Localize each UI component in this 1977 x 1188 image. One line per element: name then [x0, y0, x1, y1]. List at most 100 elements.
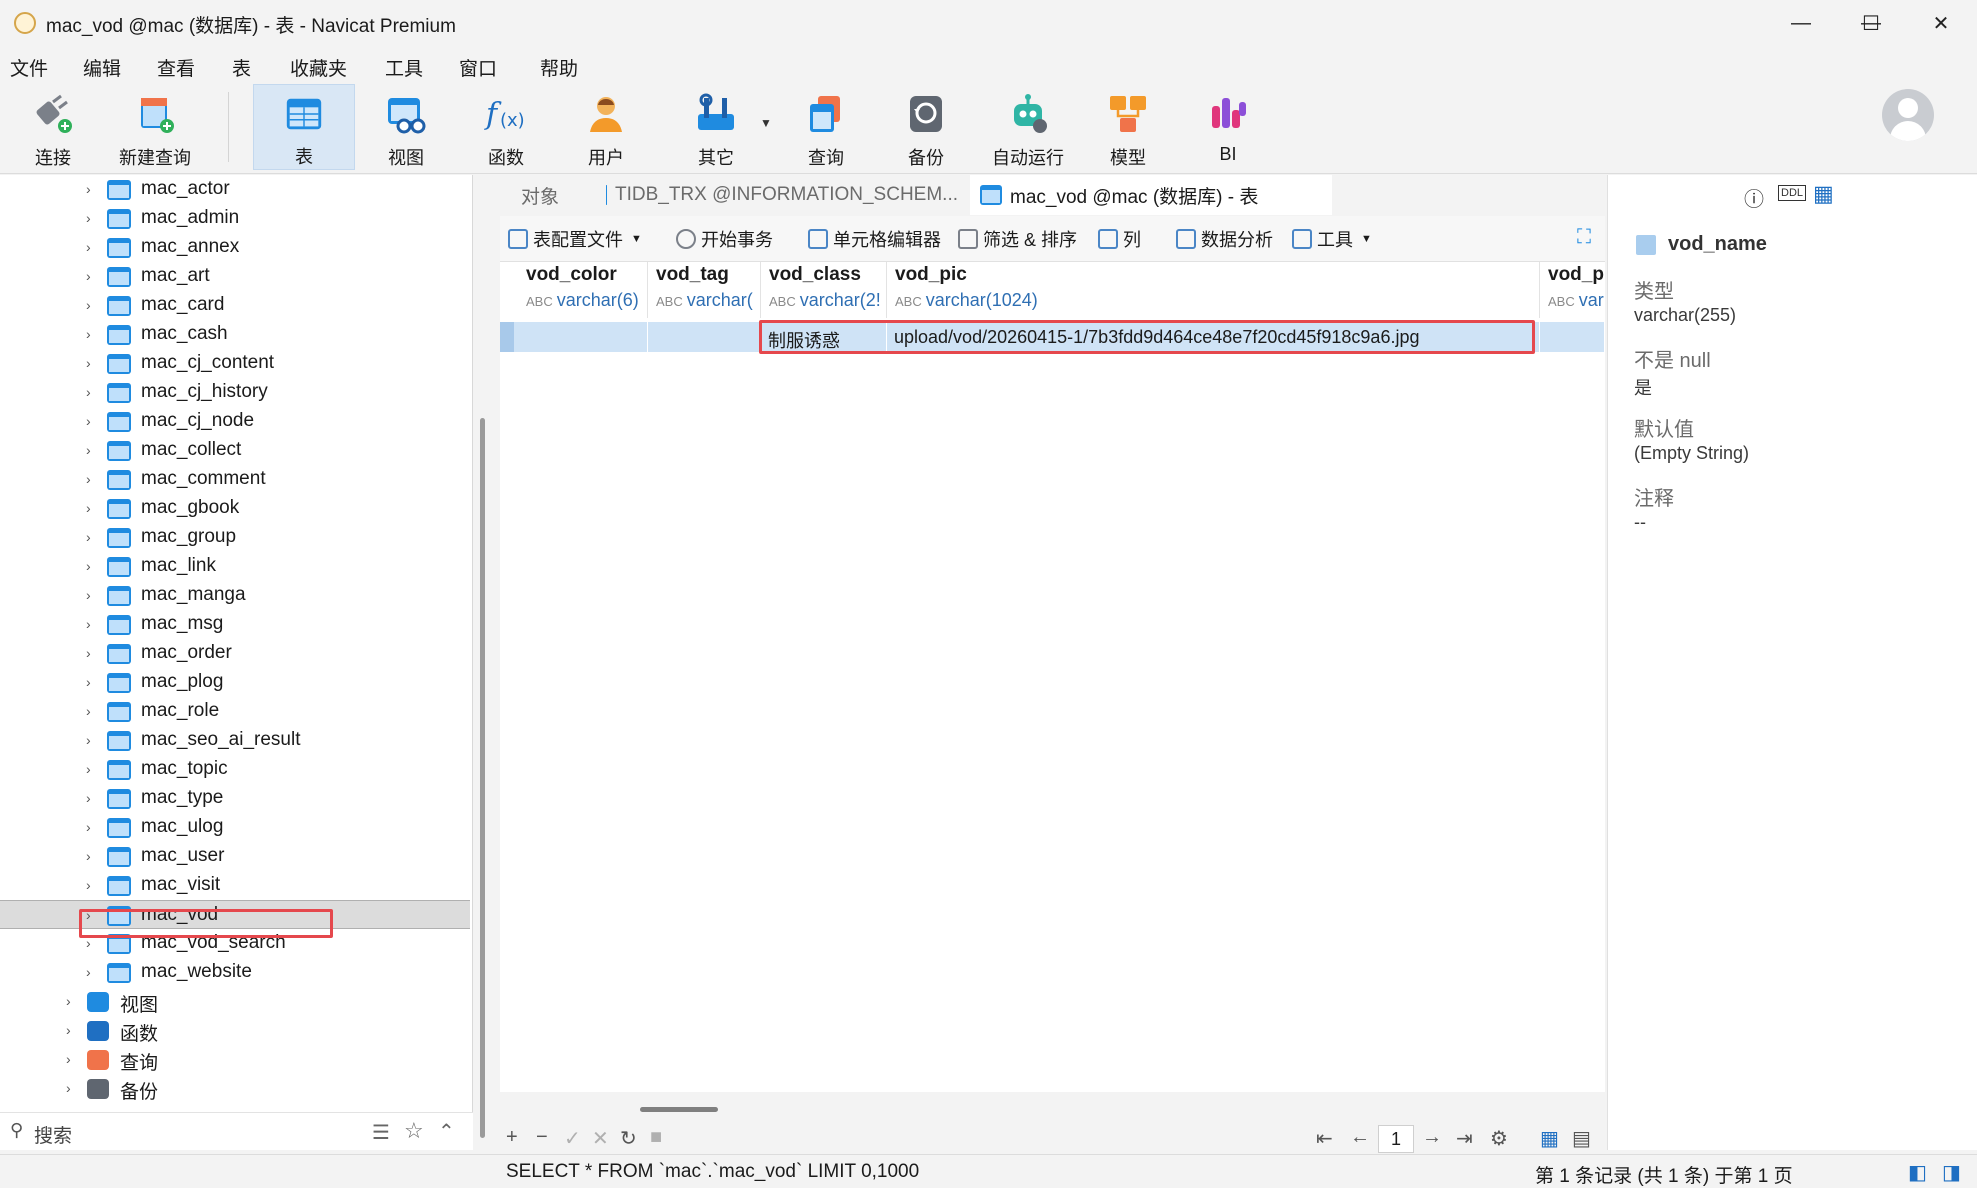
chevron-right-icon[interactable]: ›: [86, 616, 91, 632]
chevron-right-icon[interactable]: ›: [86, 907, 91, 923]
add-record-icon[interactable]: +: [506, 1126, 518, 1149]
other-dropdown-icon[interactable]: ▼: [760, 116, 772, 130]
chevron-right-icon[interactable]: ›: [86, 732, 91, 748]
columns-button[interactable]: 列: [1098, 226, 1141, 252]
navigator-scrollbar[interactable]: [480, 418, 485, 1138]
cell-editor-button[interactable]: 单元格编辑器: [808, 226, 941, 252]
chevron-right-icon[interactable]: ›: [86, 268, 91, 284]
tree-group-backup[interactable]: › 备份: [0, 1074, 470, 1103]
tree-group-function[interactable]: › 函数: [0, 1016, 470, 1045]
chevron-right-icon[interactable]: ›: [86, 500, 91, 516]
search-input[interactable]: 搜索: [34, 1121, 72, 1148]
menu-file[interactable]: 文件: [10, 54, 48, 81]
maximize-button[interactable]: ☐: [1836, 0, 1906, 46]
table-button[interactable]: 表: [253, 84, 355, 170]
tree-item-mac-role[interactable]: › mac_role: [0, 697, 470, 726]
chevron-right-icon[interactable]: ›: [66, 1022, 71, 1038]
chevron-right-icon[interactable]: ›: [86, 587, 91, 603]
data-analysis-button[interactable]: 数据分析: [1176, 226, 1273, 252]
chevron-right-icon[interactable]: ›: [86, 935, 91, 951]
tab-objects[interactable]: 对象: [500, 175, 580, 215]
tree-item-mac-card[interactable]: › mac_card: [0, 291, 470, 320]
chevron-right-icon[interactable]: ›: [86, 645, 91, 661]
chevron-right-icon[interactable]: ›: [86, 558, 91, 574]
tree-item-mac-plog[interactable]: › mac_plog: [0, 668, 470, 697]
new-query-button[interactable]: 新建查询: [112, 84, 198, 170]
settings-gear-icon[interactable]: ⚙: [1490, 1126, 1508, 1151]
grid-view-icon[interactable]: ▦: [1540, 1126, 1559, 1151]
refresh-icon[interactable]: ↻: [620, 1126, 637, 1151]
page-number-field[interactable]: 1: [1378, 1125, 1414, 1153]
automation-button[interactable]: 自动运行: [985, 84, 1071, 170]
tree-item-mac-gbook[interactable]: › mac_gbook: [0, 494, 470, 523]
chevron-right-icon[interactable]: ›: [86, 355, 91, 371]
chevron-right-icon[interactable]: ›: [86, 703, 91, 719]
model-button[interactable]: 模型: [1092, 84, 1164, 170]
chevron-right-icon[interactable]: ›: [86, 384, 91, 400]
info-icon[interactable]: ⓘ: [1744, 183, 1764, 212]
chevron-right-icon[interactable]: ›: [66, 1051, 71, 1067]
profile-button[interactable]: 表配置文件 ▼: [508, 226, 642, 252]
column-header-vod-class[interactable]: vod_class ABC varchar(2!: [761, 262, 887, 318]
tab-tidb-trx[interactable]: TIDB_TRX @INFORMATION_SCHEM...: [596, 175, 968, 215]
cell-vod-pic[interactable]: upload/vod/20260415-1/7b3fdd9d464ce48e7f…: [887, 322, 1540, 352]
tools-button[interactable]: 工具 ▼: [1292, 226, 1372, 252]
function-button[interactable]: f (x) 函数: [470, 84, 542, 170]
chevron-right-icon[interactable]: ›: [66, 1080, 71, 1096]
bi-button[interactable]: BI: [1192, 84, 1264, 170]
next-page-icon[interactable]: →: [1422, 1126, 1442, 1149]
tree-item-mac-user[interactable]: › mac_user: [0, 842, 470, 871]
tree-item-mac-annex[interactable]: › mac_annex: [0, 233, 470, 262]
tree-item-mac-seo-ai-result[interactable]: › mac_seo_ai_result: [0, 726, 470, 755]
tree-item-mac-group[interactable]: › mac_group: [0, 523, 470, 552]
tree-item-mac-admin[interactable]: › mac_admin: [0, 204, 470, 233]
filter-sort-button[interactable]: 筛选 & 排序: [958, 226, 1077, 252]
apply-icon[interactable]: ✓: [564, 1126, 581, 1151]
tree-item-mac-msg[interactable]: › mac_msg: [0, 610, 470, 639]
filter-lines-icon[interactable]: ☰: [372, 1120, 390, 1145]
column-header-vod-pic[interactable]: vod_pic ABC varchar(1024): [887, 262, 1540, 318]
form-view-icon[interactable]: ▤: [1572, 1126, 1591, 1151]
backup-button[interactable]: 备份: [890, 84, 962, 170]
chevron-right-icon[interactable]: ›: [86, 442, 91, 458]
chevron-right-icon[interactable]: ›: [86, 471, 91, 487]
left-panel-toggle-icon[interactable]: ◧: [1908, 1160, 1927, 1185]
cell-vod-color[interactable]: [518, 322, 648, 352]
chevron-right-icon[interactable]: ›: [86, 529, 91, 545]
query-button[interactable]: 查询: [790, 84, 862, 170]
column-header-vod-tag[interactable]: vod_tag ABC varchar(: [648, 262, 761, 318]
menu-window[interactable]: 窗口: [459, 54, 497, 81]
chevron-right-icon[interactable]: ›: [86, 413, 91, 429]
chevron-right-icon[interactable]: ›: [86, 819, 91, 835]
chevron-right-icon[interactable]: ›: [86, 877, 91, 893]
column-header-vod-color[interactable]: vod_color ABC varchar(6): [518, 262, 648, 318]
menu-edit[interactable]: 编辑: [83, 54, 121, 81]
chevron-right-icon[interactable]: ›: [86, 181, 91, 197]
cell-vod-class[interactable]: 制服诱惑: [761, 322, 887, 352]
ddl-icon[interactable]: DDL: [1778, 185, 1807, 201]
cell-vod-p[interactable]: [1540, 322, 1605, 352]
tree-item-mac-manga[interactable]: › mac_manga: [0, 581, 470, 610]
tree-group-view[interactable]: › 视图: [0, 987, 470, 1016]
first-page-icon[interactable]: ⇤: [1316, 1126, 1333, 1151]
grid-horizontal-scrollbar[interactable]: [640, 1107, 718, 1112]
chevron-right-icon[interactable]: ›: [86, 674, 91, 690]
chevron-right-icon[interactable]: ›: [66, 993, 71, 1009]
chevron-right-icon[interactable]: ›: [86, 761, 91, 777]
minimize-button-2[interactable]: —: [1766, 0, 1836, 46]
menu-favorites[interactable]: 收藏夹: [290, 54, 347, 81]
tree-item-mac-topic[interactable]: › mac_topic: [0, 755, 470, 784]
grid-panel-icon[interactable]: ▦: [1813, 181, 1834, 207]
tree-item-mac-comment[interactable]: › mac_comment: [0, 465, 470, 494]
chevron-right-icon[interactable]: ›: [86, 239, 91, 255]
tree-item-mac-actor[interactable]: › mac_actor: [0, 175, 470, 204]
tree-item-mac-visit[interactable]: › mac_visit: [0, 871, 470, 900]
menu-help[interactable]: 帮助: [540, 54, 578, 81]
menu-view[interactable]: 查看: [157, 54, 195, 81]
chevron-right-icon[interactable]: ›: [86, 326, 91, 342]
begin-transaction-button[interactable]: 开始事务: [676, 226, 773, 252]
cell-vod-tag[interactable]: [648, 322, 761, 352]
tree-item-mac-art[interactable]: › mac_art: [0, 262, 470, 291]
chevron-right-icon[interactable]: ›: [86, 964, 91, 980]
tree-item-mac-type[interactable]: › mac_type: [0, 784, 470, 813]
